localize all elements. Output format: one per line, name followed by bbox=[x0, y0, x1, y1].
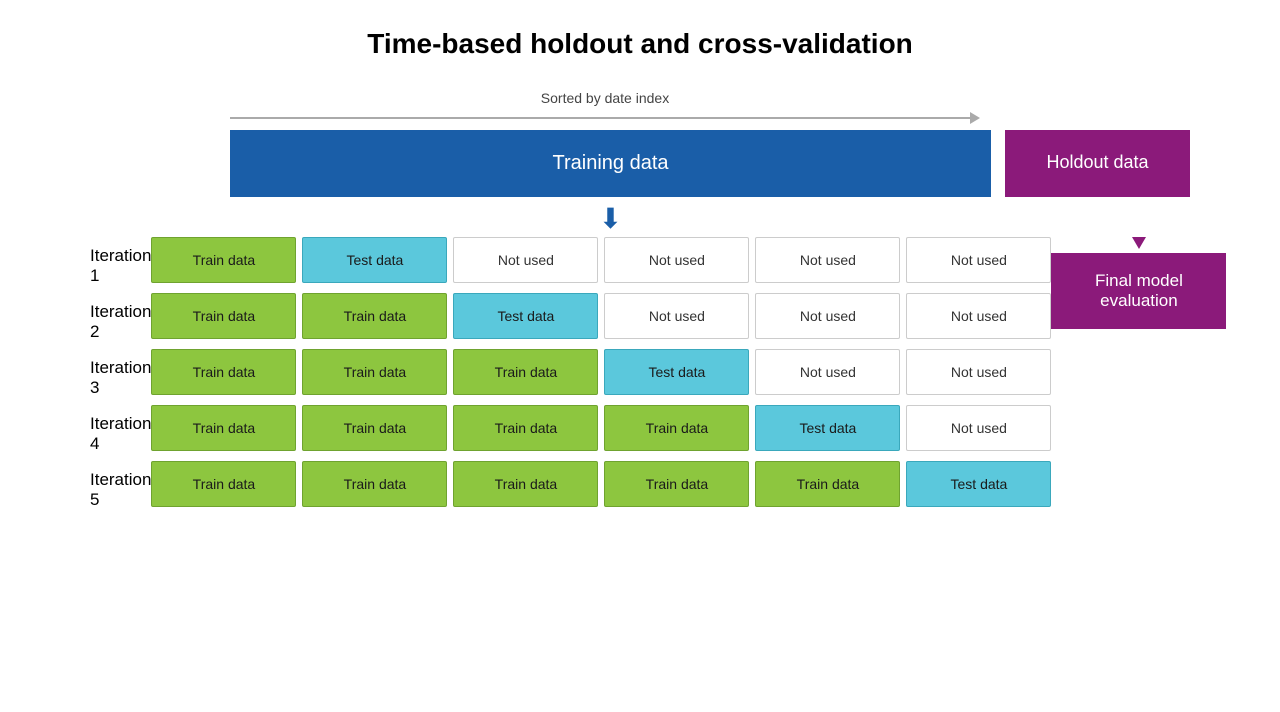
cell-row4-col1: Train data bbox=[151, 405, 296, 451]
cell-row2-col3: Test data bbox=[453, 293, 598, 339]
holdout-box: Holdout data bbox=[1005, 130, 1190, 197]
cell-row1-col3: Not used bbox=[453, 237, 598, 283]
cell-row4-col6: Not used bbox=[906, 405, 1051, 451]
cell-row1-col5: Not used bbox=[755, 237, 900, 283]
grid-row-4: Train dataTrain dataTrain dataTrain data… bbox=[151, 405, 1051, 451]
iteration-label-3: Iteration 3 bbox=[90, 355, 151, 401]
down-arrow-container: ⬇ bbox=[230, 205, 991, 233]
grid-area: Train dataTest dataNot usedNot usedNot u… bbox=[151, 237, 1051, 507]
cell-row1-col6: Not used bbox=[906, 237, 1051, 283]
cell-row1-col1: Train data bbox=[151, 237, 296, 283]
iteration-label-2: Iteration 2 bbox=[90, 299, 151, 345]
cell-row5-col6: Test data bbox=[906, 461, 1051, 507]
cell-row3-col2: Train data bbox=[302, 349, 447, 395]
down-arrow-row: ⬇ bbox=[230, 205, 1190, 233]
cell-row4-col3: Train data bbox=[453, 405, 598, 451]
iteration-label-4: Iteration 4 bbox=[90, 411, 151, 457]
cell-row5-col3: Train data bbox=[453, 461, 598, 507]
diagram-container: Sorted by date index Training data Holdo… bbox=[90, 70, 1190, 513]
page-title: Time-based holdout and cross-validation bbox=[0, 0, 1280, 70]
cell-row4-col4: Train data bbox=[604, 405, 749, 451]
cell-row3-col4: Test data bbox=[604, 349, 749, 395]
cell-row1-col4: Not used bbox=[604, 237, 749, 283]
sort-label: Sorted by date index bbox=[230, 90, 980, 106]
iteration-labels: Iteration 1 Iteration 2 Iteration 3 Iterati… bbox=[90, 237, 151, 513]
cell-row2-col5: Not used bbox=[755, 293, 900, 339]
iteration-label-1: Iteration 1 bbox=[90, 243, 151, 289]
cell-row5-col1: Train data bbox=[151, 461, 296, 507]
cell-row4-col5: Test data bbox=[755, 405, 900, 451]
grid-row-5: Train dataTrain dataTrain dataTrain data… bbox=[151, 461, 1051, 507]
grid-row-2: Train dataTrain dataTest dataNot usedNot… bbox=[151, 293, 1051, 339]
iterations-area: Iteration 1 Iteration 2 Iteration 3 Iterati… bbox=[90, 237, 1190, 513]
cell-row5-col5: Train data bbox=[755, 461, 900, 507]
final-model-box: Final model evaluation bbox=[1051, 253, 1226, 329]
grid-row-1: Train dataTest dataNot usedNot usedNot u… bbox=[151, 237, 1051, 283]
cell-row5-col2: Train data bbox=[302, 461, 447, 507]
right-arrow-container bbox=[1132, 237, 1146, 249]
sort-label-row: Sorted by date index bbox=[230, 90, 980, 108]
sort-arrow-head bbox=[970, 112, 980, 124]
cell-row2-col2: Train data bbox=[302, 293, 447, 339]
cell-row2-col6: Not used bbox=[906, 293, 1051, 339]
cell-row4-col2: Train data bbox=[302, 405, 447, 451]
cell-row2-col4: Not used bbox=[604, 293, 749, 339]
main-row: Training data Holdout data bbox=[230, 130, 1190, 197]
down-arrow-icon: ⬇ bbox=[599, 205, 622, 233]
iteration-label-5: Iteration 5 bbox=[90, 467, 151, 513]
grid-row-3: Train dataTrain dataTrain dataTest dataN… bbox=[151, 349, 1051, 395]
right-side: Final model evaluation bbox=[1051, 237, 1226, 329]
sort-arrow-line bbox=[230, 117, 970, 119]
cell-row3-col5: Not used bbox=[755, 349, 900, 395]
cell-row1-col2: Test data bbox=[302, 237, 447, 283]
cell-row2-col1: Train data bbox=[151, 293, 296, 339]
sort-arrow-row bbox=[230, 112, 980, 124]
cell-row5-col4: Train data bbox=[604, 461, 749, 507]
cell-row3-col3: Train data bbox=[453, 349, 598, 395]
right-arrow-head-icon bbox=[1132, 237, 1146, 249]
training-box: Training data bbox=[230, 130, 991, 197]
cell-row3-col6: Not used bbox=[906, 349, 1051, 395]
cell-row3-col1: Train data bbox=[151, 349, 296, 395]
